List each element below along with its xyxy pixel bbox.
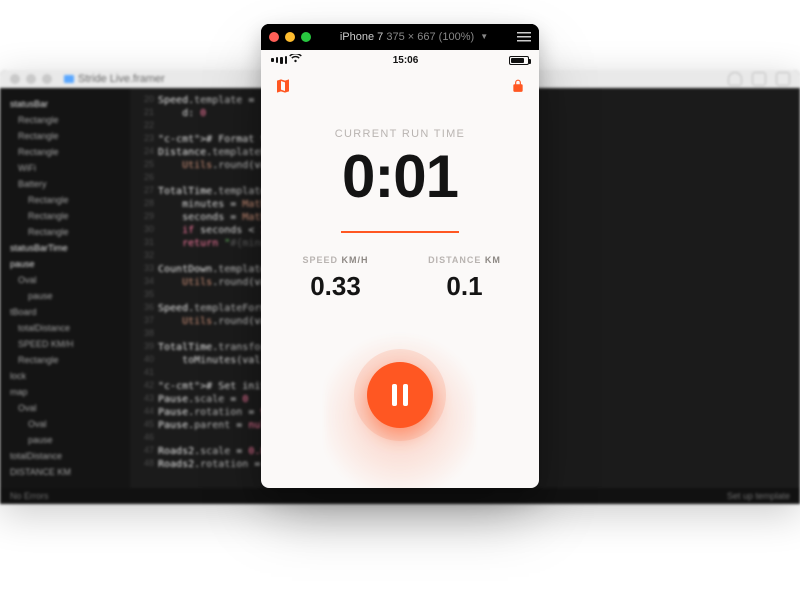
status-errors: No Errors <box>10 491 49 501</box>
speed-unit: KM/H <box>342 255 369 265</box>
phone-preview-window: iPhone 7 375 × 667 (100%) ▼ 15:06 <box>261 24 539 488</box>
layer-item[interactable]: Rectangle <box>6 192 124 208</box>
layer-item[interactable]: pause <box>6 288 124 304</box>
code-gutter: 2021222324252627282930313233343536373839… <box>130 88 158 488</box>
wifi-icon <box>289 54 302 66</box>
pause-area <box>261 302 539 488</box>
app-header <box>261 70 539 102</box>
layer-item[interactable]: pause <box>6 432 124 448</box>
ios-statusbar: 15:06 <box>261 50 539 70</box>
framer-title: Stride Live.framer <box>64 73 165 85</box>
stat-speed: SPEED KM/H 0.33 <box>271 255 400 302</box>
framer-statusbar: No Errors Set up template <box>0 488 800 504</box>
layer-item[interactable]: Rectangle <box>6 112 124 128</box>
speed-label: SPEED <box>302 255 338 265</box>
distance-unit: KM <box>485 255 501 265</box>
signal-icon <box>276 57 279 63</box>
layer-item[interactable]: pause <box>6 256 124 272</box>
run-time-value: 0:01 <box>261 142 539 211</box>
layer-item[interactable]: map <box>6 384 124 400</box>
device-name: iPhone 7 <box>340 31 383 43</box>
layer-item[interactable]: Battery <box>6 176 124 192</box>
distance-label: DISTANCE <box>428 255 481 265</box>
chat-icon[interactable] <box>752 72 766 86</box>
framer-title-text: Stride Live.framer <box>78 73 165 85</box>
layer-item[interactable]: totalDistance <box>6 320 124 336</box>
cloud-icon[interactable] <box>728 72 742 86</box>
folder-icon <box>64 75 74 83</box>
speed-value: 0.33 <box>271 271 400 302</box>
battery-icon <box>509 56 529 65</box>
more-icon[interactable] <box>776 72 790 86</box>
layer-item[interactable]: Rectangle <box>6 352 124 368</box>
distance-value: 0.1 <box>400 271 529 302</box>
hamburger-icon[interactable] <box>517 32 531 42</box>
device-dims: 375 × 667 <box>386 31 435 43</box>
run-time-label: CURRENT RUN TIME <box>261 128 539 140</box>
layer-item[interactable]: statusBarTime <box>6 240 124 256</box>
layer-item[interactable]: Oval <box>6 400 124 416</box>
layer-item[interactable]: Rectangle <box>6 144 124 160</box>
close-dot[interactable] <box>269 32 279 42</box>
pause-icon <box>392 384 397 406</box>
device-zoom: (100%) <box>439 31 474 43</box>
layer-item[interactable]: Rectangle <box>6 128 124 144</box>
framer-titlebar-actions[interactable] <box>728 72 790 86</box>
layer-item[interactable]: Oval <box>6 272 124 288</box>
stats-row: SPEED KM/H 0.33 DISTANCE KM 0.1 <box>261 255 539 302</box>
phone-window-chrome[interactable]: iPhone 7 375 × 667 (100%) ▼ <box>261 24 539 50</box>
layer-item[interactable]: DISTANCE KM <box>6 464 124 480</box>
lock-icon[interactable] <box>511 78 525 94</box>
layer-panel[interactable]: statusBarRectangleRectangleRectangleWiFi… <box>0 88 130 488</box>
signal-icon <box>285 56 288 65</box>
zoom-dot[interactable] <box>42 74 52 84</box>
layer-item[interactable]: statusBar <box>6 96 124 112</box>
min-dot[interactable] <box>285 32 295 42</box>
close-dot[interactable] <box>10 74 20 84</box>
zoom-dot[interactable] <box>301 32 311 42</box>
layer-item[interactable]: Rectangle <box>6 208 124 224</box>
layer-item[interactable]: Oval <box>6 416 124 432</box>
pause-icon <box>403 384 408 406</box>
layer-item[interactable]: SPEED KM/H <box>6 336 124 352</box>
phone-screen: 15:06 CURRENT RUN TIME 0:01 SPEED KM/H 0… <box>261 50 539 488</box>
divider <box>341 231 459 233</box>
status-hint: Set up template <box>727 491 790 501</box>
map-icon[interactable] <box>275 78 291 94</box>
layer-item[interactable]: Rectangle <box>6 224 124 240</box>
stat-distance: DISTANCE KM 0.1 <box>400 255 529 302</box>
ios-time: 15:06 <box>393 55 419 66</box>
min-dot[interactable] <box>26 74 36 84</box>
signal-icon <box>271 58 274 62</box>
layer-item[interactable]: lock <box>6 368 124 384</box>
layer-item[interactable]: WiFi <box>6 160 124 176</box>
chevron-down-icon[interactable]: ▼ <box>480 32 488 41</box>
pause-button[interactable] <box>367 362 433 428</box>
layer-item[interactable]: tBoard <box>6 304 124 320</box>
signal-icon <box>280 57 283 64</box>
layer-item[interactable]: totalDistance <box>6 448 124 464</box>
window-traffic-lights[interactable] <box>10 74 52 84</box>
device-title[interactable]: iPhone 7 375 × 667 (100%) ▼ <box>317 31 511 43</box>
